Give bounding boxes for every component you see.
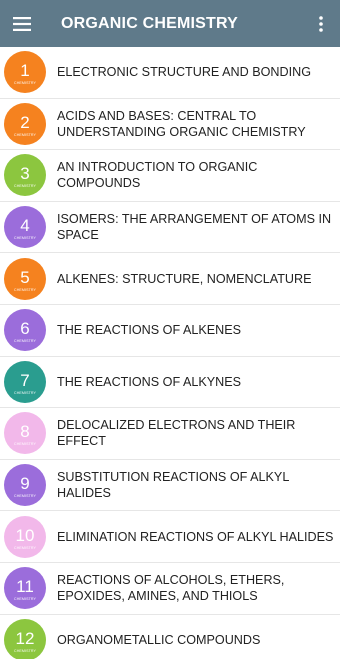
badge-caption: CHEMISTRY (14, 339, 36, 344)
chapter-item[interactable]: 2 CHEMISTRY ACIDS AND BASES: CENTRAL TO … (0, 99, 340, 151)
chapter-number-badge: 3 CHEMISTRY (4, 154, 46, 197)
chapter-item[interactable]: 5 CHEMISTRY ALKENES: STRUCTURE, NOMENCLA… (0, 253, 340, 305)
chapter-number-badge: 6 CHEMISTRY (4, 309, 46, 352)
badge-caption: CHEMISTRY (14, 390, 36, 395)
chapter-number: 12 (15, 628, 35, 648)
chapter-title: AN INTRODUCTION TO ORGANIC COMPOUNDS (57, 160, 258, 191)
chapter-title: THE REACTIONS OF ALKYNES (57, 374, 242, 389)
chapter-title: ISOMERS: THE ARRANGEMENT OF ATOMS IN SPA… (57, 212, 332, 243)
chapter-title: SUBSTITUTION REACTIONS OF ALKYL HALIDES (57, 470, 289, 501)
badge-caption: CHEMISTRY (14, 648, 36, 653)
chapter-item[interactable]: 11 CHEMISTRY REACTIONS OF ALCOHOLS, ETHE… (0, 563, 340, 615)
chapter-number-badge: 4 CHEMISTRY (4, 206, 46, 249)
chapter-number: 3 (20, 164, 30, 184)
badge-caption: CHEMISTRY (14, 597, 36, 602)
badge-caption: CHEMISTRY (14, 494, 36, 499)
hamburger-menu-icon[interactable] (0, 0, 44, 47)
badge-caption: CHEMISTRY (14, 442, 36, 447)
badge-caption: CHEMISTRY (14, 287, 36, 292)
chapter-item[interactable]: 7 CHEMISTRY THE REACTIONS OF ALKYNES (0, 357, 340, 409)
badge-caption: CHEMISTRY (14, 545, 36, 550)
chapter-number-badge: 1 CHEMISTRY (4, 51, 46, 94)
chapter-number-badge: 11 CHEMISTRY (4, 567, 46, 610)
chapter-number: 6 (20, 319, 30, 339)
chapter-number-badge: 7 CHEMISTRY (4, 360, 46, 403)
chapter-number: 10 (15, 525, 35, 545)
chapter-number: 1 (20, 61, 30, 81)
chapter-number-badge: 5 CHEMISTRY (4, 257, 46, 300)
more-vert-icon[interactable] (306, 0, 336, 47)
chapter-number-badge: 12 CHEMISTRY (4, 618, 46, 659)
badge-caption: CHEMISTRY (14, 236, 36, 241)
chapter-number: 5 (20, 267, 30, 287)
chapter-number: 7 (20, 370, 30, 390)
chapter-item[interactable]: 4 CHEMISTRY ISOMERS: THE ARRANGEMENT OF … (0, 202, 340, 254)
chapter-number-badge: 10 CHEMISTRY (4, 515, 46, 558)
chapter-title: ORGANOMETALLIC COMPOUNDS (57, 632, 261, 647)
chapter-title: ALKENES: STRUCTURE, NOMENCLATURE (57, 271, 312, 286)
chapter-title: REACTIONS OF ALCOHOLS, ETHERS, EPOXIDES,… (57, 573, 285, 604)
chapter-item[interactable]: 9 CHEMISTRY SUBSTITUTION REACTIONS OF AL… (0, 460, 340, 512)
chapter-item[interactable]: 3 CHEMISTRY AN INTRODUCTION TO ORGANIC C… (0, 150, 340, 202)
chapter-number: 2 (20, 112, 30, 132)
badge-caption: CHEMISTRY (14, 184, 36, 189)
chapter-list: 1 CHEMISTRY ELECTRONIC STRUCTURE AND BON… (0, 47, 340, 659)
chapter-item[interactable]: 10 CHEMISTRY ELIMINATION REACTIONS OF AL… (0, 511, 340, 563)
chapter-number-badge: 2 CHEMISTRY (4, 102, 46, 145)
chapter-title: ELIMINATION REACTIONS OF ALKYL HALIDES (57, 529, 334, 544)
chapter-number: 11 (16, 577, 34, 597)
badge-caption: CHEMISTRY (14, 81, 36, 86)
chapter-number-badge: 8 CHEMISTRY (4, 412, 46, 455)
chapter-title: ELECTRONIC STRUCTURE AND BONDING (57, 65, 311, 80)
chapter-number: 9 (20, 474, 30, 494)
chapter-title: THE REACTIONS OF ALKENES (57, 323, 242, 338)
app-title: ORGANIC CHEMISTRY (61, 14, 239, 32)
chapter-title: ACIDS AND BASES: CENTRAL TO UNDERSTANDIN… (57, 108, 306, 139)
chapter-number: 4 (20, 216, 30, 236)
badge-caption: CHEMISTRY (14, 132, 36, 137)
chapter-item[interactable]: 12 CHEMISTRY ORGANOMETALLIC COMPOUNDS (0, 615, 340, 659)
chapter-title: DELOCALIZED ELECTRONS AND THEIR EFFECT (57, 418, 296, 449)
chapter-number-badge: 9 CHEMISTRY (4, 464, 46, 507)
chapter-item[interactable]: 8 CHEMISTRY DELOCALIZED ELECTRONS AND TH… (0, 408, 340, 460)
app-bar: ORGANIC CHEMISTRY (0, 0, 340, 47)
chapter-number: 8 (20, 422, 30, 442)
chapter-item[interactable]: 1 CHEMISTRY ELECTRONIC STRUCTURE AND BON… (0, 47, 340, 99)
chapter-item[interactable]: 6 CHEMISTRY THE REACTIONS OF ALKENES (0, 305, 340, 357)
